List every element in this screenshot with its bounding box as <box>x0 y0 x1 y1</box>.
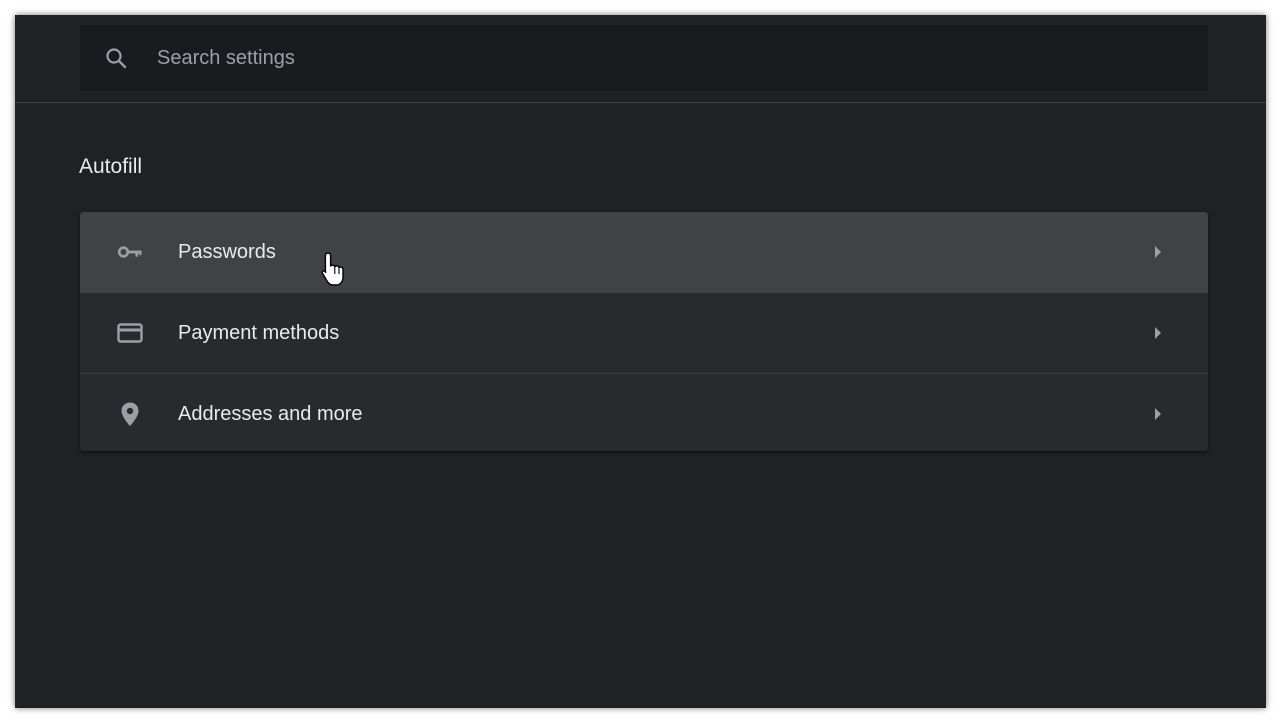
chevron-right-icon <box>1152 326 1164 340</box>
key-icon <box>115 237 145 267</box>
search-icon[interactable] <box>103 45 129 71</box>
payment-methods-label: Payment methods <box>178 321 340 344</box>
section-title: Autofill <box>79 155 143 178</box>
search-input[interactable] <box>155 45 1208 71</box>
passwords-label: Passwords <box>178 240 276 263</box>
credit-card-icon <box>115 318 145 348</box>
chevron-right-icon <box>1152 407 1164 421</box>
chevron-right-icon <box>1152 245 1164 259</box>
payment-methods-row[interactable]: Payment methods <box>80 292 1208 373</box>
addresses-row[interactable]: Addresses and more <box>80 373 1208 451</box>
passwords-row[interactable]: Passwords <box>80 212 1208 292</box>
autofill-card: Passwords Payment methods Addresses and … <box>80 212 1208 451</box>
settings-toolbar <box>15 15 1266 103</box>
settings-window: Autofill Passwords <box>15 15 1266 708</box>
search-bar[interactable] <box>80 25 1208 91</box>
location-pin-icon <box>115 399 145 429</box>
addresses-label: Addresses and more <box>178 402 363 425</box>
